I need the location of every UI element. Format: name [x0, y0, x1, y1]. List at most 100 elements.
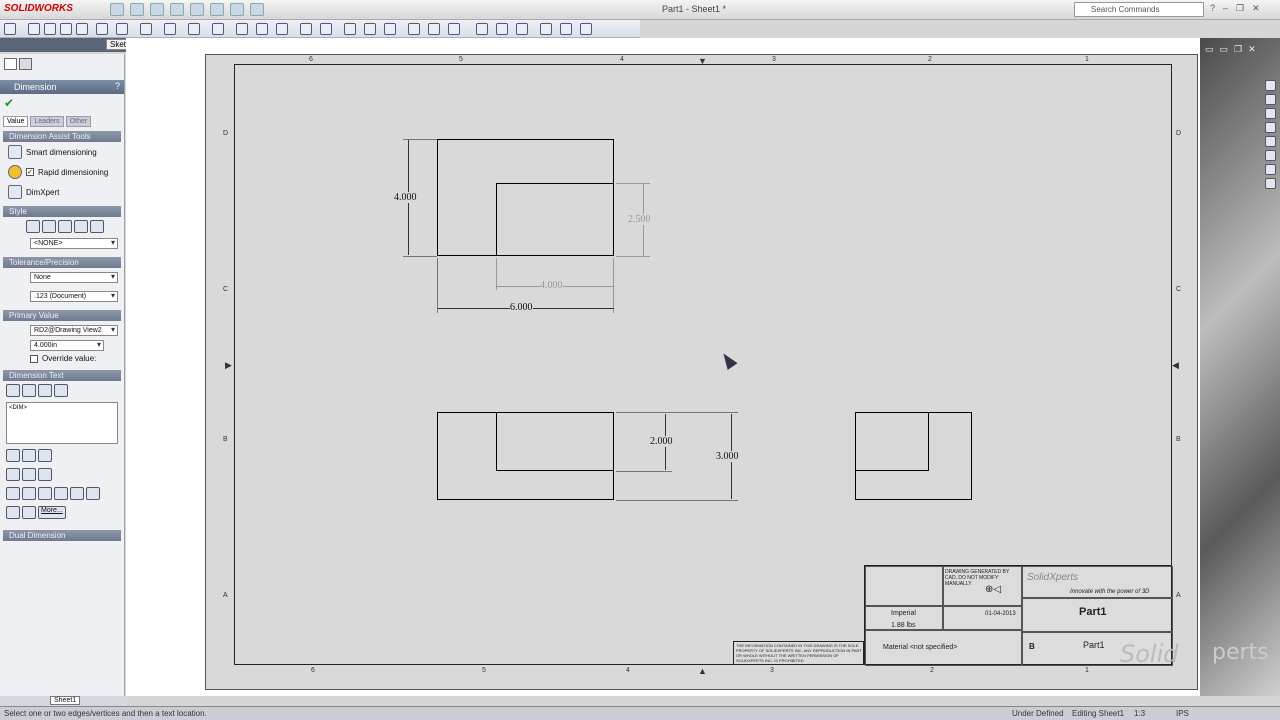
search-input[interactable]: Search Commands [1074, 2, 1204, 17]
rectangle-tool-icon[interactable] [116, 23, 128, 35]
view-palette-icon[interactable] [1265, 122, 1276, 133]
instant2d-icon[interactable] [540, 23, 552, 35]
custom-properties-icon[interactable] [1265, 150, 1276, 161]
hole-callout-icon[interactable] [6, 506, 20, 519]
fillet-icon[interactable] [236, 23, 248, 35]
save-icon[interactable] [150, 3, 164, 16]
precision-select[interactable]: .123 (Document) [30, 291, 118, 302]
pattern-icon[interactable] [384, 23, 396, 35]
undo-icon[interactable] [190, 3, 204, 16]
dimxpert-row[interactable]: DimXpert [0, 182, 124, 202]
relations-icon[interactable] [428, 23, 440, 35]
load-style-icon[interactable] [90, 220, 104, 233]
justify-left-icon[interactable] [6, 449, 20, 462]
text-position-2-icon[interactable] [22, 384, 36, 397]
top-view-inner-rect[interactable] [496, 183, 614, 256]
centerline-symbol-icon[interactable] [54, 487, 68, 500]
point-icon[interactable] [300, 23, 312, 35]
justify-bottom-icon[interactable] [38, 468, 52, 481]
doc-minimize-icon[interactable]: ▭ [1205, 44, 1214, 55]
file-explorer-icon[interactable] [1265, 108, 1276, 119]
section-style[interactable]: Style [3, 206, 121, 217]
help-icon[interactable]: ? [115, 81, 120, 91]
style-select[interactable]: <NONE> [30, 238, 118, 249]
select-icon[interactable] [210, 3, 224, 16]
ok-checkmark-icon[interactable]: ✔ [0, 94, 124, 112]
offset-icon[interactable] [276, 23, 288, 35]
square-icon[interactable] [70, 487, 84, 500]
polygon-icon[interactable] [76, 23, 88, 35]
diameter-icon[interactable] [6, 487, 20, 500]
justify-top-icon[interactable] [6, 468, 20, 481]
status-scale[interactable]: 1:3 [1134, 709, 1145, 718]
spline-icon[interactable] [212, 23, 224, 35]
minimize-icon[interactable]: – [1223, 3, 1228, 14]
doc-restore-icon[interactable]: ❐ [1234, 44, 1242, 55]
open-folder-icon[interactable] [130, 3, 144, 16]
text-position-4-icon[interactable] [54, 384, 68, 397]
tab-value[interactable]: Value [3, 116, 29, 127]
dimension-4000-vertical[interactable]: 4.000 [394, 192, 417, 203]
save-style-icon[interactable] [74, 220, 88, 233]
trim-icon[interactable] [320, 23, 332, 35]
smart-dimension-icon[interactable] [4, 23, 16, 35]
apply-style-icon[interactable] [26, 220, 40, 233]
section-dimension-text[interactable]: Dimension Text [3, 370, 121, 381]
help-icon[interactable]: ? [1210, 3, 1215, 14]
justify-middle-icon[interactable] [22, 468, 36, 481]
tolerance-type-select[interactable]: None [30, 272, 118, 283]
feature-manager-tab-icon[interactable] [4, 58, 17, 70]
design-library-icon[interactable] [1265, 94, 1276, 105]
section-tolerance[interactable]: Tolerance/Precision [3, 257, 121, 268]
ellipse-tool-icon[interactable] [580, 23, 592, 35]
justify-right-icon[interactable] [38, 449, 52, 462]
section-dimension-assist[interactable]: Dimension Assist Tools [3, 131, 121, 142]
dimension-6000[interactable]: 6.000 [510, 302, 533, 313]
override-checkbox[interactable] [30, 354, 38, 363]
repair-icon[interactable] [476, 23, 488, 35]
new-document-icon[interactable] [110, 3, 124, 16]
options-icon[interactable] [250, 3, 264, 16]
forum-icon[interactable] [1265, 164, 1276, 175]
mirror-icon[interactable] [364, 23, 376, 35]
rebuild-icon[interactable] [230, 3, 244, 16]
rectangle-icon[interactable] [44, 23, 56, 35]
resources-icon[interactable] [1265, 80, 1276, 91]
front-view-inner-rect[interactable] [496, 412, 614, 471]
plus-minus-icon[interactable] [38, 487, 52, 500]
text-position-1-icon[interactable] [6, 384, 20, 397]
rapid-sketch-icon[interactable] [516, 23, 528, 35]
justify-center-icon[interactable] [22, 449, 36, 462]
dimension-text-field[interactable]: <DIM> [6, 402, 118, 444]
print-icon[interactable] [170, 3, 184, 16]
sheet1-tab[interactable]: Sheet1 [50, 696, 81, 705]
override-value-row[interactable]: Override value: [0, 351, 124, 366]
solidworks-forum-icon[interactable] [1265, 178, 1276, 189]
dimension-2000[interactable]: 2.000 [650, 436, 673, 447]
slot-icon[interactable] [60, 23, 72, 35]
text-position-3-icon[interactable] [38, 384, 52, 397]
dimension-2500[interactable]: 2.500 [628, 214, 651, 225]
dimension-3000[interactable]: 3.000 [716, 451, 739, 462]
convert-entities-icon[interactable] [344, 23, 356, 35]
centerline-icon[interactable] [96, 23, 108, 35]
line-icon[interactable] [28, 23, 40, 35]
move-icon[interactable] [408, 23, 420, 35]
more-symbols-icon[interactable] [86, 487, 100, 500]
status-units[interactable]: IPS [1176, 709, 1189, 718]
depth-icon[interactable] [22, 506, 36, 519]
chamfer-icon[interactable] [256, 23, 268, 35]
rapid-dimensioning-row[interactable]: ✓ Rapid dimensioning [0, 162, 124, 182]
arc-icon[interactable] [164, 23, 176, 35]
grid-icon[interactable] [448, 23, 460, 35]
add-style-icon[interactable] [42, 220, 56, 233]
doc-close-icon[interactable]: ✕ [1248, 44, 1256, 55]
shaded-sketch-icon[interactable] [560, 23, 572, 35]
rapid-dimension-checkbox[interactable]: ✓ [26, 168, 34, 176]
doc-tile-icon[interactable]: ▭ [1220, 44, 1229, 55]
section-primary-value[interactable]: Primary Value [3, 310, 121, 321]
ellipse-icon[interactable] [188, 23, 200, 35]
appearances-icon[interactable] [1265, 136, 1276, 147]
degree-icon[interactable] [22, 487, 36, 500]
primary-reference-field[interactable]: RD2@Drawing View2 [30, 325, 118, 336]
